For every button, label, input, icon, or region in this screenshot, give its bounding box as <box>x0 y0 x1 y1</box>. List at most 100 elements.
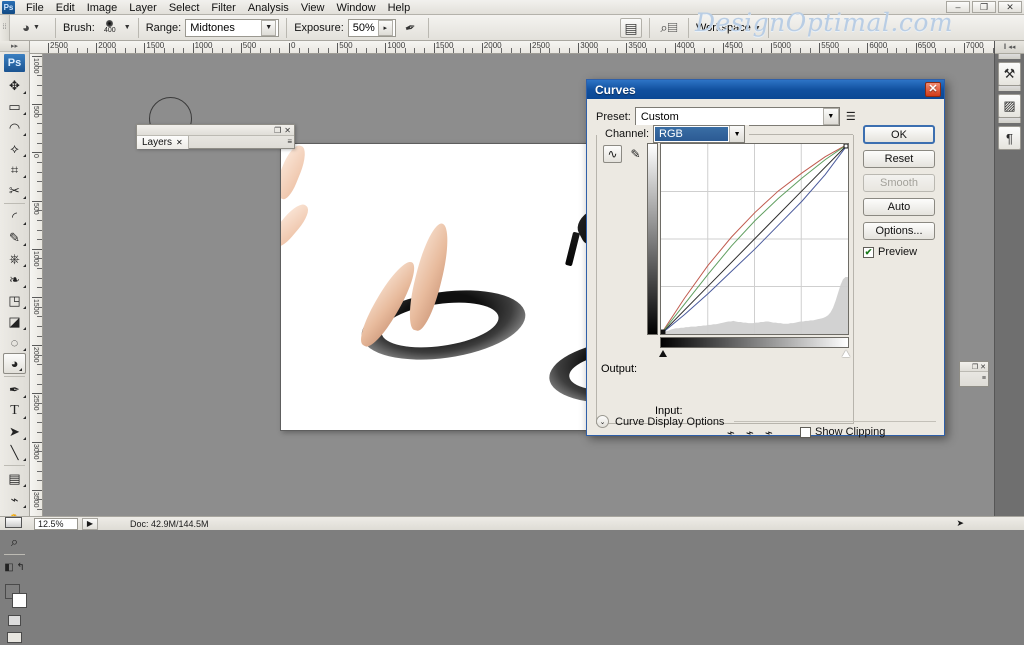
curves-graph[interactable] <box>660 143 849 335</box>
healing-brush-tool[interactable]: ◜ <box>0 206 29 227</box>
show-clipping-checkbox[interactable] <box>800 426 811 438</box>
preview-label: Preview <box>878 246 918 258</box>
line-shape-tool[interactable]: ╲ <box>0 442 29 463</box>
menu-image[interactable]: Image <box>81 1 124 15</box>
clone-stamp-tool[interactable]: ⎈ <box>0 248 29 269</box>
marquee-tool[interactable]: ▭ <box>0 96 29 117</box>
curves-dialog[interactable]: Curves ✕ Preset: Custom ▼ ☰ Channel: RGB… <box>586 79 945 441</box>
blur-tool[interactable]: ◌ <box>0 332 29 353</box>
dodge-burn-tool[interactable]: ◕ <box>3 353 26 374</box>
tab-layers[interactable]: Layers ✕ <box>137 136 189 149</box>
menu-help[interactable]: Help <box>382 1 417 15</box>
reset-button[interactable]: Reset <box>863 150 935 168</box>
gradient-tool[interactable]: ◪ <box>0 311 29 332</box>
black-point-slider[interactable] <box>659 350 667 357</box>
chevron-down-icon[interactable]: ▼ <box>822 108 839 125</box>
collapsed-panel[interactable]: ❐ ✕ ≡ <box>959 361 989 387</box>
chevron-down-icon[interactable]: ▼ <box>729 126 745 142</box>
curve-display-options-row[interactable]: ⌄ Curve Display Options <box>596 415 936 428</box>
standard-mode-icon[interactable] <box>8 615 21 626</box>
ruler-major-tick <box>32 56 42 57</box>
restore-button[interactable]: ❐ <box>972 1 996 13</box>
zoom-level-input[interactable]: 12.5% <box>34 517 78 530</box>
range-select[interactable]: Midtones ▼ <box>185 18 280 37</box>
document-size-status: Doc: 42.9M/144.5M <box>130 518 209 529</box>
layers-panel-title-bar[interactable]: ❐ ✕ <box>137 125 294 136</box>
collapsed-panel-title-bar[interactable]: ❐ ✕ <box>960 362 988 372</box>
histogram-icon[interactable]: ▨ <box>998 94 1021 118</box>
pen-tool[interactable]: ✒ <box>0 379 29 400</box>
minimize-icon[interactable]: ❐ <box>274 126 281 135</box>
airbrush-toggle-icon[interactable]: ✒ <box>402 18 418 37</box>
chevron-down-icon[interactable]: ▼ <box>261 19 277 36</box>
tools-preset-icon[interactable]: ⚒ <box>998 62 1021 86</box>
preset-select[interactable]: Custom ▼ <box>634 107 840 126</box>
curve-pencil-tool-icon[interactable]: ✎ <box>626 145 645 163</box>
exposure-input[interactable]: 50% ▸ <box>347 18 396 37</box>
options-button[interactable]: Options... <box>863 222 935 240</box>
auto-button[interactable]: Auto <box>863 198 935 216</box>
layers-panel[interactable]: ❐ ✕ Layers ✕ ≡ <box>136 124 295 149</box>
menu-window[interactable]: Window <box>330 1 381 15</box>
type-tool[interactable]: T <box>0 400 29 421</box>
workspace-button[interactable]: Workspace ▼ <box>696 22 761 34</box>
right-dock-grip[interactable]: ‖ ◂◂ <box>995 41 1024 54</box>
curve-point-tool-icon[interactable]: ∿ <box>603 145 622 163</box>
preview-row[interactable]: ✔ Preview <box>863 246 935 258</box>
history-brush-tool[interactable]: ❧ <box>0 269 29 290</box>
lasso-tool[interactable]: ◠ <box>0 117 29 138</box>
menu-file[interactable]: File <box>20 1 50 15</box>
brush-tool[interactable]: ✎ <box>0 227 29 248</box>
chevron-down-icon[interactable]: ⌄ <box>596 415 609 428</box>
menu-edit[interactable]: Edit <box>50 1 81 15</box>
screen-mode-button[interactable] <box>0 629 29 645</box>
menu-filter[interactable]: Filter <box>205 1 241 15</box>
background-color-swatch[interactable] <box>12 593 27 608</box>
minimize-icon[interactable]: ❐ <box>972 363 978 371</box>
path-selection-tool[interactable]: ➤ <box>0 421 29 442</box>
bridge-icon[interactable]: ⌕▤ <box>657 18 681 38</box>
panel-menu-icon[interactable]: ≡ <box>287 137 292 146</box>
menu-layer[interactable]: Layer <box>123 1 163 15</box>
status-play-button[interactable]: ▶ <box>82 517 98 530</box>
tab-close-icon[interactable]: ✕ <box>176 138 183 147</box>
panel-menu-icon[interactable]: ≡ <box>960 372 988 385</box>
brush-preset-picker[interactable]: 400 <box>99 20 121 35</box>
channel-select[interactable]: RGB ▼ <box>653 125 746 143</box>
crop-tool[interactable]: ⌗ <box>0 159 29 180</box>
close-icon[interactable]: ✕ <box>980 363 986 371</box>
tools-panel-grip[interactable]: ▸▸ <box>0 41 29 52</box>
paragraph-icon[interactable]: ¶ <box>998 126 1021 150</box>
close-button[interactable]: ✕ <box>998 1 1022 13</box>
default-colors-swap-icon[interactable]: ◧ ↰ <box>0 557 29 578</box>
curves-dialog-title: Curves <box>595 82 636 97</box>
eyedropper-tool[interactable]: ⌁ <box>0 489 29 510</box>
preview-checkbox[interactable]: ✔ <box>863 246 874 258</box>
exposure-stepper-icon[interactable]: ▸ <box>377 19 393 36</box>
magic-wand-tool[interactable]: ⟡ <box>0 138 29 159</box>
eraser-tool[interactable]: ◳ <box>0 290 29 311</box>
white-point-slider[interactable] <box>842 350 850 357</box>
slice-tool[interactable]: ✂ <box>0 180 29 201</box>
curve-control-point[interactable] <box>661 329 666 334</box>
notes-tool[interactable]: ▤ <box>0 468 29 489</box>
preset-menu-icon[interactable]: ☰ <box>846 110 856 123</box>
zoom-tool[interactable]: ⌕ <box>0 531 29 552</box>
divider <box>4 376 25 377</box>
color-swatches[interactable] <box>0 582 29 612</box>
minimize-button[interactable]: – <box>946 1 970 13</box>
close-icon[interactable]: ✕ <box>925 82 941 97</box>
menu-analysis[interactable]: Analysis <box>242 1 295 15</box>
move-tool[interactable]: ✥ <box>0 75 29 96</box>
menu-select[interactable]: Select <box>163 1 206 15</box>
palette-bin-icon[interactable]: ▤ <box>620 18 642 38</box>
curve-control-point[interactable] <box>843 144 848 149</box>
tool-preset-picker[interactable]: ◕ ▼ <box>14 18 48 38</box>
close-icon[interactable]: ✕ <box>284 126 291 135</box>
screen-mode-status-icon[interactable] <box>5 517 22 528</box>
ok-button[interactable]: OK <box>863 125 935 144</box>
brush-chevron-down-icon[interactable]: ▼ <box>124 24 131 31</box>
menu-view[interactable]: View <box>295 1 331 15</box>
options-bar-grip[interactable]: ⁞⁞ <box>0 14 10 41</box>
quick-mask-toggle[interactable] <box>0 612 29 629</box>
